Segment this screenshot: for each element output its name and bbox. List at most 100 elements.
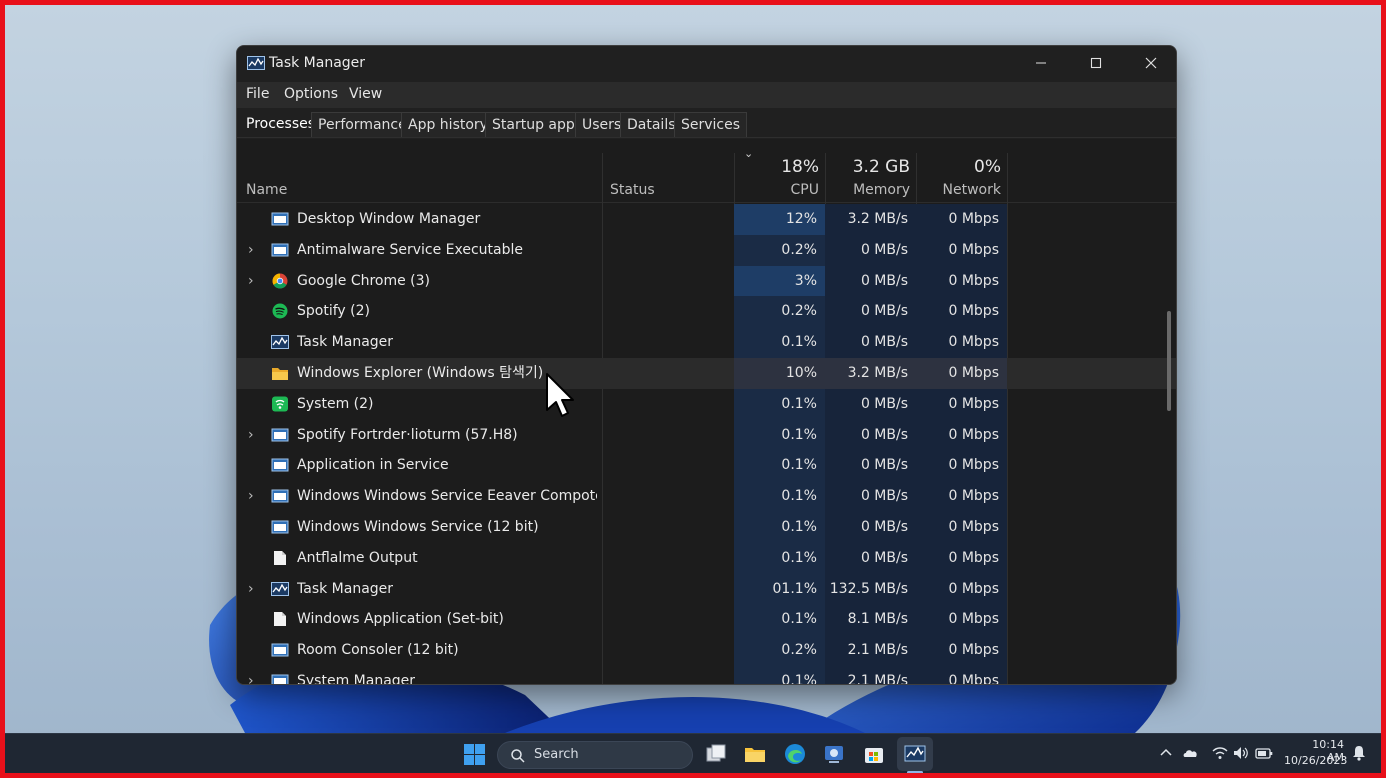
column-status[interactable]: Status xyxy=(610,182,655,198)
onedrive-icon[interactable] xyxy=(1182,744,1200,762)
table-row[interactable]: Antflalme Output 0.1% 0 MB/s 0 Mbps xyxy=(237,542,1176,574)
process-name: System Manager xyxy=(297,673,416,685)
taskbar: Search 10:14 AM 10/26/2023 xyxy=(5,733,1381,773)
running-indicator xyxy=(907,771,923,773)
chevron-right-icon[interactable]: › xyxy=(248,574,254,604)
system-icon xyxy=(272,396,288,412)
menu-bar: File Options View xyxy=(237,82,1176,108)
clock-date[interactable]: 10/26/2023 xyxy=(1284,754,1347,767)
chevron-right-icon[interactable]: › xyxy=(248,666,254,684)
table-row[interactable]: Desktop Window Manager 12% 3.2 MB/s 0 Mbps xyxy=(237,204,1176,235)
maximize-button[interactable] xyxy=(1068,46,1123,80)
task-manager-icon xyxy=(271,581,289,596)
taskbar-search[interactable]: Search xyxy=(497,741,693,769)
menu-view[interactable]: View xyxy=(349,86,382,102)
cpu-value: 0.2% xyxy=(734,296,825,328)
process-name: Task Manager xyxy=(297,334,394,351)
memory-total: 3.2 GB xyxy=(852,157,910,177)
table-row[interactable]: › Spotify Fortrder·lioturm (57.H8) 0.1% 0 M… xyxy=(237,419,1176,451)
chevron-up-icon[interactable] xyxy=(1157,744,1175,762)
table-row[interactable]: Application in Service 0.1% 0 MB/s 0 Mbps xyxy=(237,450,1176,482)
close-button[interactable] xyxy=(1123,46,1176,80)
table-row[interactable]: System (2) 0.1% 0 MB/s 0 Mbps xyxy=(237,388,1176,420)
task-view-icon[interactable] xyxy=(705,743,727,765)
title-bar[interactable]: Task Manager xyxy=(237,46,1176,80)
close-icon xyxy=(1145,57,1156,69)
network-value: 0 Mbps xyxy=(916,419,1007,451)
tab-performance[interactable]: Performance xyxy=(311,112,414,137)
battery-icon[interactable] xyxy=(1255,744,1273,762)
app-window-icon xyxy=(271,643,289,657)
maximize-icon xyxy=(1090,57,1101,69)
wifi-icon[interactable] xyxy=(1211,744,1229,762)
process-name: Antimalware Service Executable xyxy=(297,241,524,258)
tab-processes[interactable]: Processes xyxy=(240,112,322,137)
cpu-value: 3% xyxy=(734,265,825,297)
tab-services[interactable]: Services xyxy=(674,112,748,137)
windows-start-icon[interactable] xyxy=(464,744,485,765)
column-name[interactable]: Name xyxy=(246,182,287,198)
folder-icon xyxy=(272,368,288,380)
window-title: Task Manager xyxy=(269,55,366,71)
volume-icon[interactable] xyxy=(1232,744,1250,762)
minimize-button[interactable] xyxy=(1013,46,1068,80)
process-name: Desktop Window Manager xyxy=(297,211,481,227)
table-row[interactable]: › Google Chrome (3) 3% 0 MB/s 0 Mbps xyxy=(237,265,1176,297)
vertical-scrollbar[interactable] xyxy=(1167,311,1171,411)
process-name: Spotify (2) xyxy=(297,303,370,320)
table-row[interactable]: Windows Windows Service (12 bit) 0.1% 0 MB… xyxy=(237,512,1176,543)
cpu-total: 18% xyxy=(781,157,819,177)
column-cpu[interactable]: CPU xyxy=(734,182,819,198)
table-row[interactable]: Room Consoler (12 bit) 0.2% 2.1 MB/s 0 Mbps xyxy=(237,635,1176,667)
network-value: 0 Mbps xyxy=(916,604,1007,636)
network-value: 0 Mbps xyxy=(916,635,1007,667)
taskbar-task-manager-button[interactable] xyxy=(897,737,933,771)
memory-value: 2.1 MB/s xyxy=(825,666,916,684)
network-value: 0 Mbps xyxy=(916,512,1007,543)
memory-value: 0 MB/s xyxy=(825,296,916,328)
task-manager-window: Task Manager File Options View Processes… xyxy=(236,45,1177,685)
column-network[interactable]: Network xyxy=(916,182,1001,198)
cpu-value: 0.1% xyxy=(734,388,825,420)
chevron-right-icon[interactable]: › xyxy=(248,235,254,265)
spotify-icon xyxy=(272,303,288,319)
cpu-value: 0.1% xyxy=(734,450,825,482)
process-name: Antflalme Output xyxy=(297,549,418,566)
table-row[interactable]: Task Manager 0.1% 0 MB/s 0 Mbps xyxy=(237,327,1176,359)
column-memory[interactable]: Memory xyxy=(825,182,910,198)
menu-options[interactable]: Options xyxy=(284,86,338,102)
file-explorer-icon[interactable] xyxy=(744,743,766,765)
app-window-icon xyxy=(271,212,289,226)
store-icon[interactable] xyxy=(863,743,885,765)
memory-value: 3.2 MB/s xyxy=(825,358,916,389)
document-icon xyxy=(274,612,286,627)
control-panel-icon[interactable] xyxy=(823,743,845,765)
network-value: 0 Mbps xyxy=(916,296,1007,328)
app-window-icon xyxy=(271,489,289,503)
table-row[interactable]: › System Manager 0.1% 2.1 MB/s 0 Mbps xyxy=(237,666,1176,685)
chevron-right-icon[interactable]: › xyxy=(248,266,254,296)
edge-icon[interactable] xyxy=(784,743,806,765)
menu-file[interactable]: File xyxy=(246,86,269,102)
tab-startup-apps[interactable]: Startup apps xyxy=(485,112,590,137)
table-row[interactable]: › Antimalware Service Executable 0.2% 0 MB/… xyxy=(237,234,1176,266)
table-row[interactable]: › Windows Windows Service Eeaver Compoten… xyxy=(237,481,1176,513)
tab-app-history[interactable]: App history xyxy=(401,112,495,137)
table-row[interactable]: Spotify (2) 0.2% 0 MB/s 0 Mbps xyxy=(237,296,1176,328)
chevron-right-icon[interactable]: › xyxy=(248,420,254,450)
tab-bar: Processes Performance App history Startu… xyxy=(237,110,1176,138)
mouse-cursor-icon xyxy=(546,373,574,417)
chevron-right-icon[interactable]: › xyxy=(248,481,254,511)
table-row[interactable]: Windows Application (Set-bit) 0.1% 8.1 MB/… xyxy=(237,604,1176,636)
memory-value: 3.2 MB/s xyxy=(825,204,916,235)
network-value: 0 Mbps xyxy=(916,204,1007,235)
table-row[interactable]: › Task Manager 01.1% 132.5 MB/s 0 Mbps xyxy=(237,573,1176,605)
table-header: Name Status ⌄ 18% CPU 3.2 GB Memory 0% N… xyxy=(237,139,1176,203)
cpu-value: 0.1% xyxy=(734,666,825,684)
screen-frame: Task Manager File Options View Processes… xyxy=(0,0,1386,778)
notification-bell-icon[interactable] xyxy=(1350,744,1368,762)
network-value: 0 Mbps xyxy=(916,573,1007,605)
memory-value: 0 MB/s xyxy=(825,388,916,420)
process-name: Windows Windows Service Eeaver Compotent… xyxy=(297,488,597,505)
table-row[interactable]: Windows Explorer (Windows 탐색기) 10% 3.2 MB/… xyxy=(237,358,1176,389)
